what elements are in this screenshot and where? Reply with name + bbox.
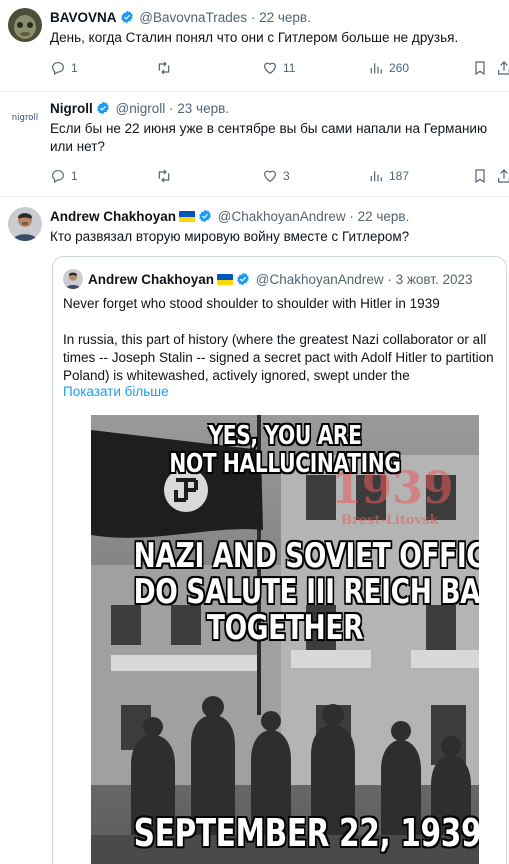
quoted-tweet[interactable]: Andrew Chakhoyan @ChakhoyanAndrew · 3 жо… (52, 256, 507, 864)
tweet-date[interactable]: 22 черв. (358, 209, 410, 224)
tweet-header: BAVOVNA @BavovnaTrades · 22 черв. (50, 10, 311, 25)
author-name[interactable]: Andrew Chakhoyan (50, 209, 176, 224)
bookmark-icon (475, 61, 485, 76)
like-icon (264, 170, 276, 183)
reply-icon (52, 62, 64, 76)
avatar[interactable] (8, 207, 42, 241)
tweet-actions: 1 3 187 (50, 166, 509, 186)
like-count: 3 (283, 169, 290, 183)
tweet-date[interactable]: 22 черв. (259, 10, 311, 25)
reply-button[interactable]: 1 (50, 166, 78, 186)
share-icon (498, 61, 509, 75)
quoted-tweet-header: Andrew Chakhoyan @ChakhoyanAndrew · 3 жо… (63, 269, 473, 289)
meme-caption-6: SEPTEMBER 22, 1939 (133, 811, 479, 855)
reply-count: 1 (71, 61, 78, 75)
share-button[interactable] (496, 58, 509, 78)
meme-caption-5: TOGETHER (206, 608, 364, 648)
bookmark-button[interactable] (472, 166, 488, 186)
author-handle[interactable]: @BavovnaTrades (139, 10, 247, 25)
like-icon (264, 62, 276, 75)
views-count: 260 (389, 61, 410, 75)
quote-line-1: Never forget who stood shoulder to shoul… (63, 296, 440, 311)
verified-icon (237, 272, 249, 286)
tweet-bavovna[interactable]: BAVOVNA @BavovnaTrades · 22 черв. День, … (0, 0, 509, 92)
tweet-header: Nigroll @nigroll · 23 черв. (50, 101, 230, 116)
retweet-button[interactable] (156, 58, 177, 78)
verified-icon (199, 209, 211, 223)
views-count: 187 (389, 169, 410, 183)
author-name[interactable]: Nigroll (50, 101, 93, 116)
meme-caption-1: YES, YOU ARE (208, 421, 362, 451)
share-icon (498, 169, 509, 183)
tweet-date: 3 жовт. 2023 (395, 272, 473, 287)
bookmark-button[interactable] (472, 58, 488, 78)
ukraine-flag-icon (179, 211, 196, 222)
ukraine-flag-icon (217, 274, 234, 285)
tweet-actions: 1 11 260 (50, 58, 509, 78)
reply-icon (52, 170, 64, 184)
avatar[interactable] (8, 8, 42, 42)
tweet-text: Кто развязал вторую мировую войну вместе… (50, 229, 410, 244)
reply-count: 1 (71, 169, 78, 183)
tweet-nigroll[interactable]: nigroll Nigroll @nigroll · 23 черв. Если… (0, 92, 509, 197)
like-count: 11 (283, 61, 296, 75)
verified-icon (120, 10, 133, 24)
like-button[interactable]: 11 (262, 58, 295, 78)
meme-caption-3: NAZI AND SOVIET OFFICERS (133, 536, 479, 576)
author-name: Andrew Chakhoyan (88, 272, 215, 287)
meme-caption-2: NOT HALLUCINATING (169, 449, 401, 479)
meme-image[interactable]: 1939 Brest-Litovsk YES, YOU ARE NOT HALL… (91, 415, 479, 864)
author-handle: @ChakhoyanAndrew (255, 272, 384, 287)
like-button[interactable]: 3 (262, 166, 290, 186)
meme-caption-4: DO SALUTE III REICH BANNER (133, 572, 479, 612)
photo-place-label: Brest-Litovsk (341, 513, 439, 528)
retweet-icon (158, 61, 170, 75)
bookmark-icon (475, 169, 485, 184)
retweet-button[interactable] (156, 166, 177, 186)
reply-button[interactable]: 1 (50, 58, 78, 78)
show-more-link[interactable]: Показати більше (63, 384, 169, 399)
views-button[interactable]: 187 (368, 166, 409, 186)
tweet-date[interactable]: 23 черв. (177, 101, 229, 116)
tweet-text: День, когда Сталин понял что они с Гитле… (50, 30, 459, 45)
avatar[interactable]: nigroll (8, 99, 42, 133)
views-icon (370, 171, 382, 182)
author-handle[interactable]: @nigroll (116, 101, 166, 116)
retweet-icon (158, 169, 170, 183)
views-icon (370, 63, 382, 74)
author-handle[interactable]: @ChakhoyanAndrew (218, 209, 346, 224)
author-name[interactable]: BAVOVNA (50, 10, 117, 25)
quote-line-2: In russia, this part of history (where t… (63, 332, 494, 383)
share-button[interactable] (496, 166, 509, 186)
views-button[interactable]: 260 (368, 58, 409, 78)
tweet-header: Andrew Chakhoyan @ChakhoyanAndrew · 22 ч… (50, 209, 410, 224)
verified-icon (96, 101, 109, 115)
avatar[interactable] (63, 269, 83, 289)
svg-text:nigroll: nigroll (12, 113, 38, 123)
tweet-text: Если бы не 22 июня уже в сентябре вы бы … (50, 121, 488, 154)
